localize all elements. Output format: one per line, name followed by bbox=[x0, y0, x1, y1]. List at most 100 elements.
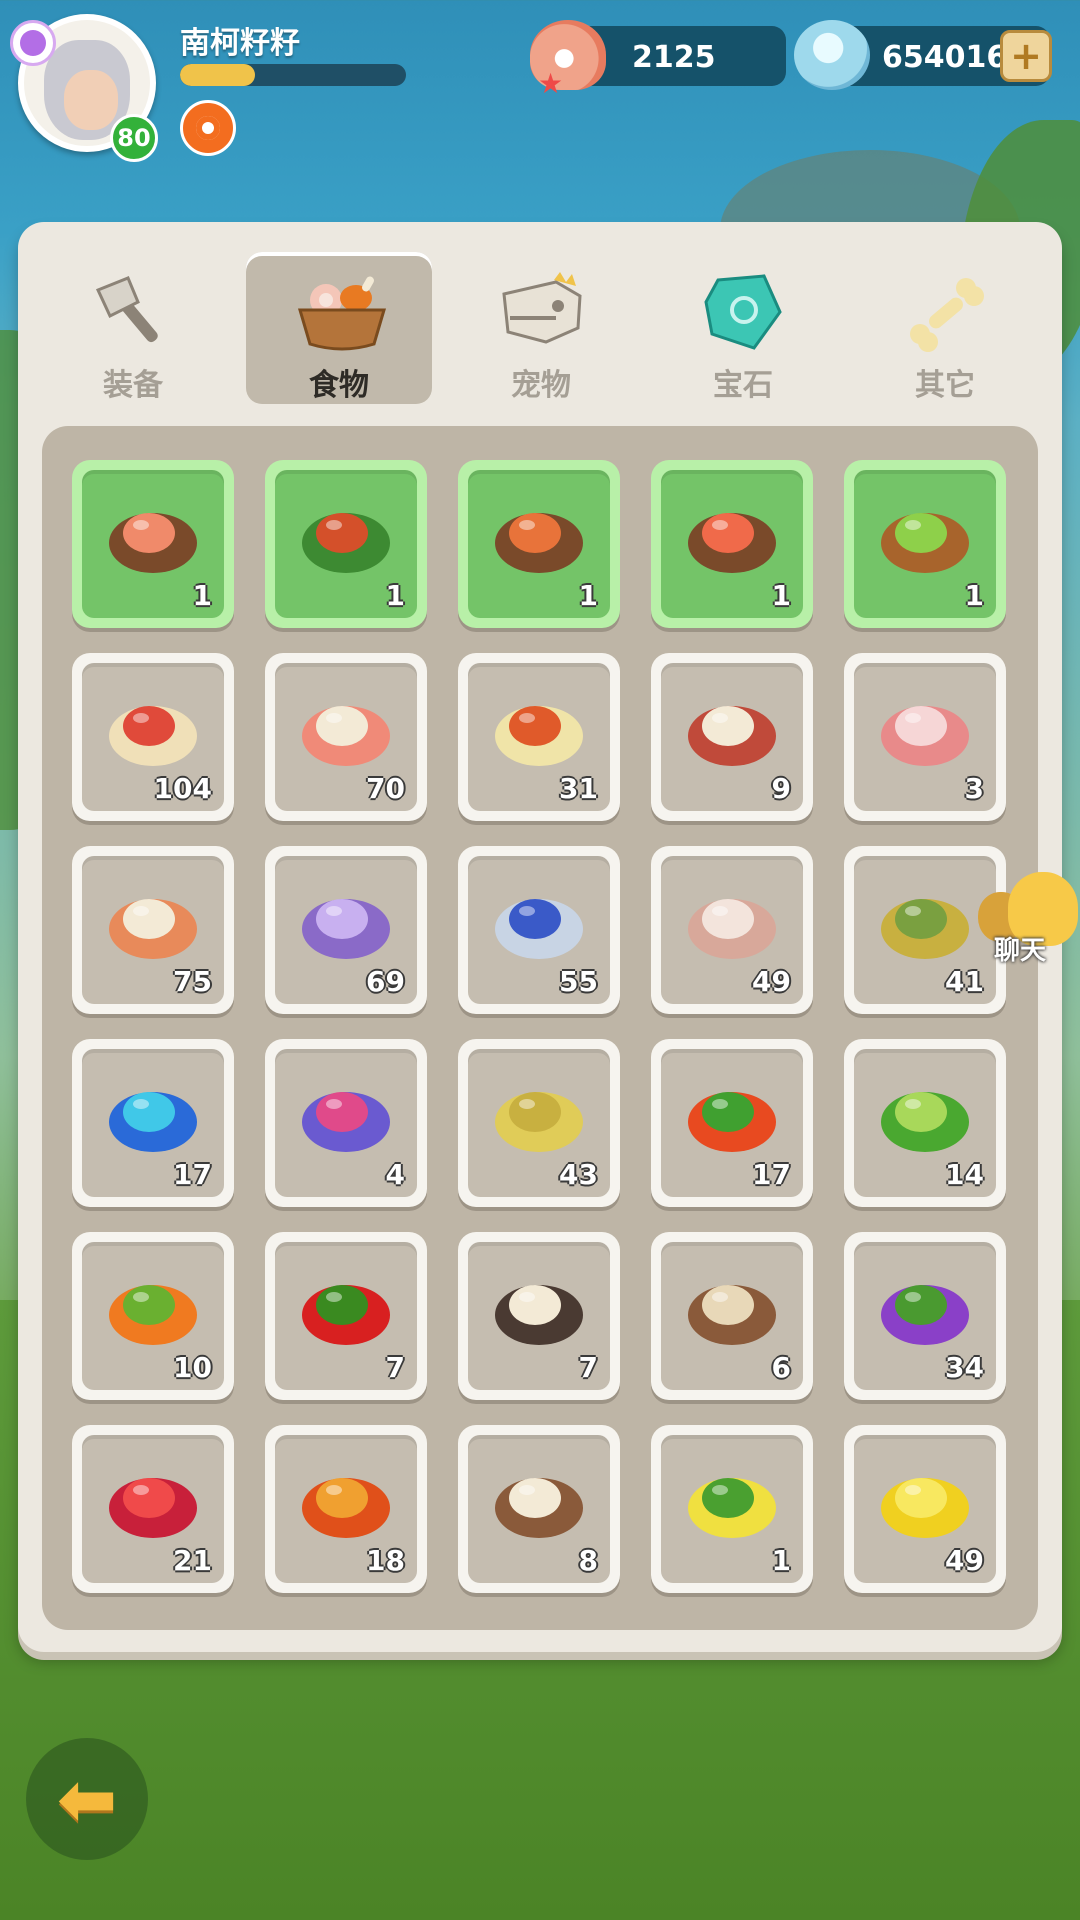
avatar-face bbox=[64, 70, 118, 130]
mushroom-icon bbox=[680, 1263, 784, 1357]
shrimp-icon bbox=[873, 877, 977, 971]
slot-inner: 1 bbox=[854, 470, 996, 618]
inventory-slot-green-soup-bowl[interactable]: 1 bbox=[844, 460, 1006, 628]
slot-inner: 104 bbox=[82, 663, 224, 811]
pomegranate-icon bbox=[101, 1456, 205, 1550]
item-quantity: 7 bbox=[385, 1351, 405, 1384]
inventory-tabs: 装备 食物 宠物 宝石 其它 bbox=[32, 252, 1042, 432]
inventory-slot-sushi-platter-dish[interactable]: 1 bbox=[651, 460, 813, 628]
item-quantity: 70 bbox=[366, 772, 405, 805]
item-quantity: 1 bbox=[192, 579, 212, 612]
inventory-slot-mushroom[interactable]: 6 bbox=[651, 1232, 813, 1400]
inventory-slot-shrimp-salad-dish[interactable]: 1 bbox=[72, 460, 234, 628]
inventory-slot-coconut[interactable]: 8 bbox=[458, 1425, 620, 1593]
slot-inner: 10 bbox=[82, 1242, 224, 1390]
spotted-egg-icon bbox=[487, 684, 591, 778]
inventory-slot-apple[interactable]: 18 bbox=[265, 1425, 427, 1593]
inventory-slot-broccoli[interactable]: 14 bbox=[844, 1039, 1006, 1207]
gem-currency: 654016 + bbox=[794, 20, 1052, 90]
slot-inner: 6 bbox=[661, 1242, 803, 1390]
inventory-slot-honeycomb[interactable]: 49 bbox=[844, 1425, 1006, 1593]
item-quantity: 3 bbox=[964, 772, 984, 805]
crystal-shell-icon bbox=[794, 20, 870, 90]
slot-inner: 17 bbox=[661, 1049, 803, 1197]
slot-inner: 14 bbox=[854, 1049, 996, 1197]
gem-count: 654016 bbox=[882, 40, 1008, 75]
level-badge: 80 bbox=[110, 114, 158, 162]
slot-inner: 49 bbox=[661, 856, 803, 1004]
slot-inner: 4 bbox=[275, 1049, 417, 1197]
inventory-slot-pineapple[interactable]: 1 bbox=[651, 1425, 813, 1593]
starfish-icon: ★ bbox=[538, 67, 564, 100]
inventory-slot-scallop-shell[interactable]: 49 bbox=[651, 846, 813, 1014]
inventory-slot-chicken-leg[interactable]: 70 bbox=[265, 653, 427, 821]
vip-badge-icon[interactable] bbox=[10, 20, 56, 66]
item-quantity: 1 bbox=[771, 1544, 791, 1577]
inventory-slot-ham-leg[interactable]: 9 bbox=[651, 653, 813, 821]
inventory-grid-area[interactable]: 1 1 1 1 1 104 70 31 9 3 75 69 55 49 41 1… bbox=[42, 426, 1038, 1630]
tab-gems[interactable]: 宝石 bbox=[650, 252, 836, 404]
tab-pets-label: 宠物 bbox=[511, 368, 571, 403]
add-gems-button[interactable]: + bbox=[1000, 30, 1052, 82]
inventory-slot-octopus[interactable]: 69 bbox=[265, 846, 427, 1014]
pearl-currency: ★ 2125 bbox=[530, 20, 786, 100]
item-quantity: 43 bbox=[559, 1158, 598, 1191]
slot-inner: 70 bbox=[275, 663, 417, 811]
inventory-panel: 装备 食物 宠物 宝石 其它 1 1 1 1 1 104 70 31 9 3 7… bbox=[18, 222, 1062, 1652]
chat-button[interactable]: 聊天 bbox=[974, 872, 1080, 972]
inventory-grid: 1 1 1 1 1 104 70 31 9 3 75 69 55 49 41 1… bbox=[72, 460, 1006, 1593]
inventory-slot-roast-ham-dish[interactable]: 1 bbox=[265, 460, 427, 628]
item-quantity: 75 bbox=[173, 965, 212, 998]
tab-equipment[interactable]: 装备 bbox=[40, 252, 226, 404]
inventory-slot-pomegranate[interactable]: 21 bbox=[72, 1425, 234, 1593]
inventory-slot-raw-meat-steak[interactable]: 104 bbox=[72, 653, 234, 821]
slot-inner: 17 bbox=[82, 1049, 224, 1197]
shrimp-salad-dish-icon bbox=[101, 491, 205, 585]
buff-status-icon[interactable] bbox=[180, 100, 236, 156]
slot-inner: 7 bbox=[275, 1242, 417, 1390]
inventory-slot-tomato[interactable]: 17 bbox=[651, 1039, 813, 1207]
ham-leg-icon bbox=[680, 684, 784, 778]
item-quantity: 8 bbox=[578, 1544, 598, 1577]
item-quantity: 31 bbox=[559, 772, 598, 805]
stone-axe-icon bbox=[88, 272, 178, 352]
sushi-platter-dish-icon bbox=[680, 491, 784, 585]
inventory-slot-blue-lobster[interactable]: 17 bbox=[72, 1039, 234, 1207]
inventory-slot-crab[interactable]: 4 bbox=[265, 1039, 427, 1207]
slot-inner: 18 bbox=[275, 1435, 417, 1583]
inventory-slot-carrot[interactable]: 10 bbox=[72, 1232, 234, 1400]
gem-icon bbox=[698, 272, 788, 352]
slot-inner: 69 bbox=[275, 856, 417, 1004]
slot-inner: 34 bbox=[854, 1242, 996, 1390]
food-basket-icon bbox=[294, 272, 387, 352]
tomato-icon bbox=[680, 1070, 784, 1164]
dino-skull-icon bbox=[496, 272, 586, 352]
inventory-slot-grapes[interactable]: 34 bbox=[844, 1232, 1006, 1400]
chili-pepper-icon bbox=[294, 1263, 398, 1357]
tab-pets[interactable]: 宠物 bbox=[448, 252, 634, 404]
inventory-slot-truffle[interactable]: 7 bbox=[458, 1232, 620, 1400]
inventory-slot-pufferfish[interactable]: 75 bbox=[72, 846, 234, 1014]
inventory-slot-ribs[interactable]: 3 bbox=[844, 653, 1006, 821]
truffle-icon bbox=[487, 1263, 591, 1357]
item-quantity: 55 bbox=[559, 965, 598, 998]
back-button[interactable]: ⬅ bbox=[26, 1738, 148, 1860]
tab-other[interactable]: 其它 bbox=[852, 252, 1038, 404]
item-quantity: 6 bbox=[771, 1351, 791, 1384]
carrot-icon bbox=[101, 1263, 205, 1357]
xp-bar-fill bbox=[180, 64, 255, 86]
chat-label: 聊天 bbox=[994, 936, 1047, 966]
item-quantity: 69 bbox=[366, 965, 405, 998]
inventory-slot-potato[interactable]: 43 bbox=[458, 1039, 620, 1207]
inventory-slot-spotted-egg[interactable]: 31 bbox=[458, 653, 620, 821]
item-quantity: 49 bbox=[945, 1544, 984, 1577]
octopus-icon bbox=[294, 877, 398, 971]
ribs-icon bbox=[873, 684, 977, 778]
chicken-leg-icon bbox=[294, 684, 398, 778]
inventory-slot-seafood-platter-dish[interactable]: 1 bbox=[458, 460, 620, 628]
inventory-slot-chili-pepper[interactable]: 7 bbox=[265, 1232, 427, 1400]
tab-food[interactable]: 食物 bbox=[246, 252, 432, 404]
inventory-slot-swordfish[interactable]: 55 bbox=[458, 846, 620, 1014]
item-quantity: 1 bbox=[964, 579, 984, 612]
slot-inner: 43 bbox=[468, 1049, 610, 1197]
